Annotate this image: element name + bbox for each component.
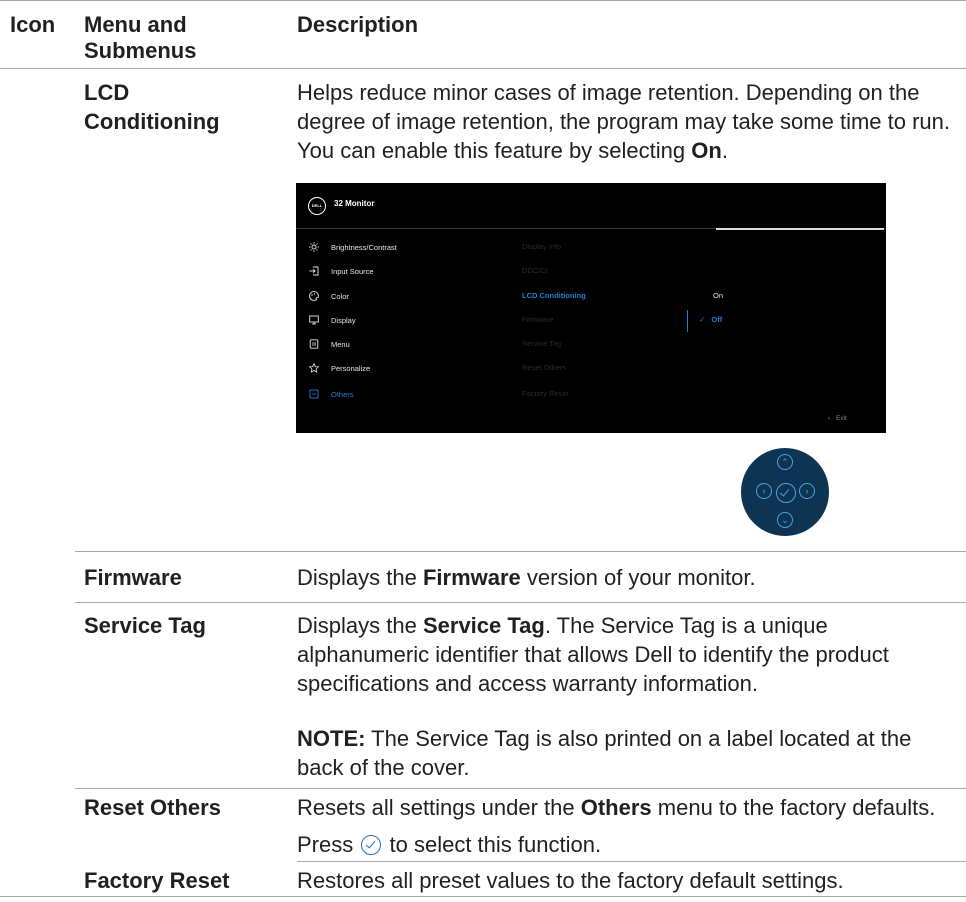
others-icon	[309, 389, 319, 399]
osd-item-label: Others	[331, 389, 354, 399]
chevron-up-icon: ⌃	[777, 454, 793, 470]
osd-sub-firmware: Firmware	[522, 315, 554, 324]
header-description: Description	[297, 12, 419, 37]
dell-logo: DELL	[308, 197, 326, 215]
osd-item-color: Color	[309, 290, 349, 302]
osd-item-others: Others	[309, 388, 354, 400]
firmware-desc-bold: Firmware	[422, 565, 521, 590]
menu-lcd-conditioning: LCD Conditioning	[84, 80, 220, 134]
osd-item-label: Display	[331, 315, 356, 325]
osd-exit-label: Exit	[835, 415, 847, 422]
osd-item-label: Personalize	[331, 363, 371, 373]
lcd-description-text: Helps reduce minor cases of image retent…	[297, 80, 950, 163]
osd-item-label: Color	[331, 291, 349, 301]
firmware-desc-pre: Displays the	[297, 565, 417, 590]
service-tag-description: Displays the Service Tag. The Service Ta…	[297, 611, 963, 698]
osd-sub-factory-reset: Factory Reset	[522, 389, 569, 398]
osd-item-label: Input Source	[331, 266, 374, 276]
chevron-down-icon: ⌄	[777, 512, 793, 528]
menu-firmware: Firmware	[84, 565, 182, 590]
osd-option-off: ✓ Off	[699, 315, 722, 324]
brightness-icon	[309, 242, 319, 252]
reset-others-description: Resets all settings under the Others men…	[297, 793, 937, 822]
osd-item-personalize: Personalize	[308, 362, 371, 374]
lcd-description: Helps reduce minor cases of image retent…	[297, 78, 957, 165]
osd-tab-indicator	[716, 228, 884, 230]
factory-reset-description: Restores all preset values to the factor…	[297, 868, 844, 893]
menu-factory-reset-label: Factory Reset	[84, 868, 230, 893]
reset-others-press: Press to select this function.	[297, 830, 601, 859]
osd-option-on: On	[713, 291, 724, 300]
menu-reset-others: Reset Others	[84, 795, 221, 820]
service-tag-note: NOTE: The Service Tag is also printed on…	[297, 724, 963, 782]
firmware-description: Displays the Firmware version of your mo…	[297, 563, 957, 592]
reset-others-desc-bold: Others	[580, 795, 652, 820]
press-post: to select this function.	[389, 832, 602, 857]
note-label: NOTE:	[297, 726, 366, 751]
osd-item-label: Brightness/Contrast	[331, 242, 397, 252]
menu-service-tag: Service Tag	[84, 613, 206, 638]
chevron-left-icon: ‹	[828, 415, 831, 422]
osd-sub-ddcci: DDC/CI	[522, 266, 548, 275]
osd-item-brightness: Brightness/Contrast	[309, 241, 397, 253]
reset-others-desc-pre: Resets all settings under the	[297, 795, 575, 820]
display-icon	[309, 315, 319, 325]
service-tag-desc-bold: Service Tag	[422, 613, 545, 638]
osd-sub-display-info: Display Info	[522, 242, 562, 251]
chevron-left-icon: ‹	[756, 483, 772, 499]
osd-sub-service-tag: Service Tag	[522, 339, 562, 348]
check-circle-icon	[361, 835, 382, 855]
check-circle-icon	[776, 483, 796, 503]
osd-selection-bar	[687, 310, 688, 332]
color-icon	[309, 291, 319, 301]
check-icon: ✓	[699, 315, 706, 324]
osd-item-label: Menu	[331, 339, 350, 349]
osd-sub-lcd-conditioning: LCD Conditioning	[522, 291, 586, 300]
reset-others-desc-post: menu to the factory defaults.	[657, 795, 936, 820]
star-icon	[308, 362, 320, 373]
header-menu: Menu and Submenus	[84, 12, 197, 63]
osd-option-off-label: Off	[711, 315, 723, 324]
osd-item-menu: Menu	[309, 338, 350, 350]
osd-item-display: Display	[309, 314, 356, 326]
press-pre: Press	[297, 832, 354, 857]
osd-sub-reset-others: Reset Others	[522, 363, 567, 372]
firmware-desc-post: version of your monitor.	[526, 565, 756, 590]
service-tag-desc-pre: Displays the	[297, 613, 417, 638]
note-text: The Service Tag is also printed on a lab…	[297, 726, 912, 780]
chevron-right-icon: ›	[799, 483, 815, 499]
input-source-icon	[309, 266, 319, 276]
osd-item-input-source: Input Source	[309, 265, 374, 277]
lcd-description-bold: On	[691, 138, 722, 163]
joystick-graphic: ⌃ ‹ › ⌄	[741, 448, 829, 536]
menu-icon	[309, 339, 319, 349]
osd-exit: ‹ Exit	[828, 415, 847, 422]
header-icon: Icon	[10, 12, 56, 37]
osd-title: 32 Monitor	[334, 199, 375, 208]
osd-screenshot: DELL 32 Monitor Brightness/Contrast Inpu…	[296, 183, 886, 433]
lcd-description-end: .	[721, 138, 728, 163]
